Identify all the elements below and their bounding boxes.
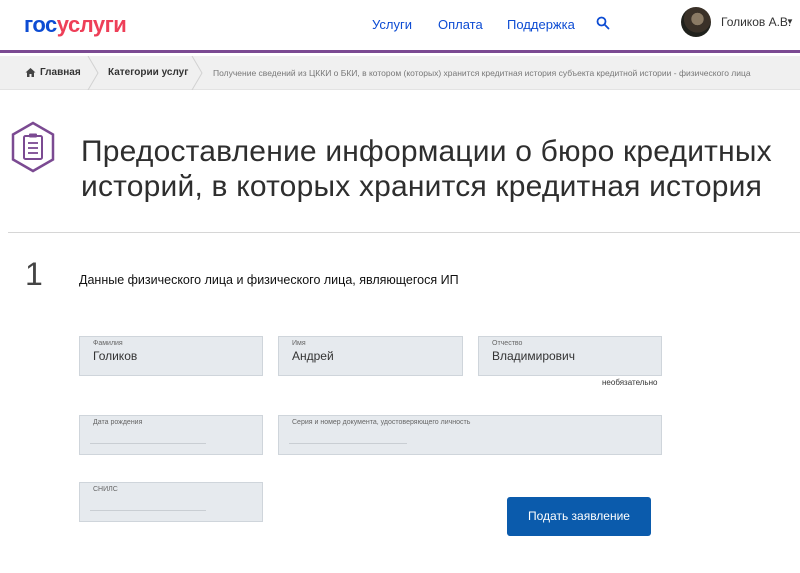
user-name[interactable]: Голиков А.В. bbox=[721, 15, 791, 29]
logo-part-gos: гос bbox=[24, 12, 57, 37]
snils-field[interactable]: СНИЛС bbox=[79, 482, 263, 522]
step-number: 1 bbox=[25, 256, 43, 292]
document-label: Серия и номер документа, удостоверяющего… bbox=[292, 419, 471, 426]
submit-application-button[interactable]: Подать заявление bbox=[507, 497, 651, 536]
patronymic-field[interactable]: Отчество Владимирович bbox=[478, 336, 662, 376]
patronymic-label: Отчество bbox=[492, 340, 523, 347]
breadcrumb-categories[interactable]: Категории услуг bbox=[108, 67, 188, 78]
document-field[interactable]: Серия и номер документа, удостоверяющего… bbox=[278, 415, 662, 455]
page-title: Предоставление информации о бюро кредитн… bbox=[81, 135, 772, 203]
birth-date-field[interactable]: Дата рождения bbox=[79, 415, 263, 455]
snils-underline bbox=[90, 510, 206, 511]
divider bbox=[8, 232, 800, 233]
name-value: Андрей bbox=[292, 349, 334, 363]
nav-services[interactable]: Услуги bbox=[372, 17, 412, 32]
document-underline bbox=[289, 443, 407, 444]
breadcrumb-separator-icon bbox=[87, 56, 99, 90]
clipboard-icon bbox=[11, 121, 55, 173]
search-icon[interactable] bbox=[596, 16, 610, 30]
name-label: Имя bbox=[292, 340, 306, 347]
birth-date-label: Дата рождения bbox=[93, 419, 143, 426]
name-field[interactable]: Имя Андрей bbox=[278, 336, 463, 376]
birth-date-underline bbox=[90, 443, 206, 444]
nav-payment[interactable]: Оплата bbox=[438, 17, 483, 32]
chevron-down-icon[interactable]: ▼ bbox=[786, 17, 794, 26]
section-title: Данные физического лица и физического ли… bbox=[79, 273, 459, 287]
site-header: госуслуги Услуги Оплата Поддержка Голико… bbox=[0, 0, 800, 53]
breadcrumb-home[interactable]: Главная bbox=[40, 67, 81, 78]
snils-label: СНИЛС bbox=[93, 486, 118, 493]
surname-field[interactable]: Фамилия Голиков bbox=[79, 336, 263, 376]
avatar[interactable] bbox=[681, 7, 711, 37]
breadcrumb: Главная Категории услуг Получение сведен… bbox=[0, 56, 800, 90]
nav-support[interactable]: Поддержка bbox=[507, 17, 575, 32]
home-icon bbox=[25, 68, 36, 77]
logo-part-uslugi: услуги bbox=[56, 12, 127, 37]
surname-value: Голиков bbox=[93, 349, 138, 363]
patronymic-value: Владимирович bbox=[492, 349, 576, 363]
breadcrumb-current: Получение сведений из ЦККИ о БКИ, в кото… bbox=[213, 68, 751, 78]
breadcrumb-separator-icon bbox=[191, 56, 203, 90]
surname-label: Фамилия bbox=[93, 340, 123, 347]
gosuslugi-logo[interactable]: госуслуги bbox=[24, 12, 127, 38]
optional-note: необязательно bbox=[602, 378, 658, 387]
